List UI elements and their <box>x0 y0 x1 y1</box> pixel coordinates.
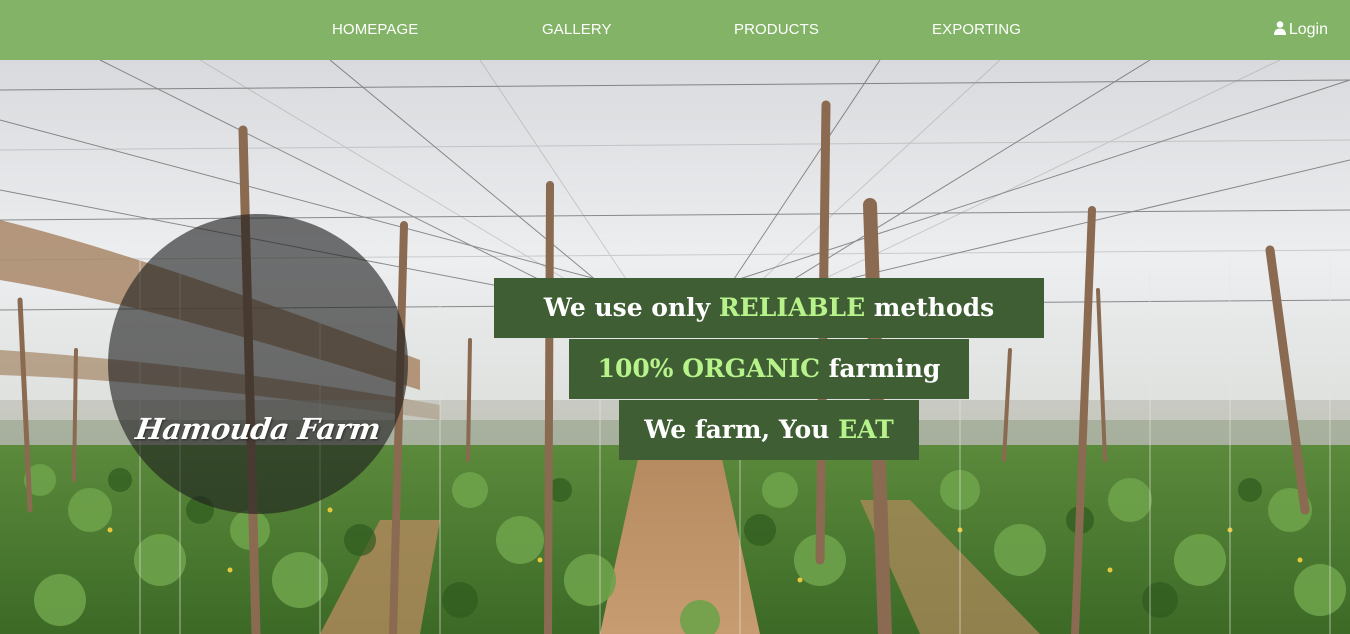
banner-text: methods <box>865 293 995 322</box>
user-icon <box>1273 21 1286 35</box>
nav-link-exporting[interactable]: EXPORTING <box>932 21 1021 38</box>
banner-text: We use only <box>543 293 719 322</box>
nav-link-products[interactable]: PRODUCTS <box>734 21 819 38</box>
banner-highlight: RELIABLE <box>718 293 866 322</box>
page: HOMEPAGE GALLERY PRODUCTS EXPORTING Logi… <box>0 0 1350 634</box>
nav-link-homepage[interactable]: HOMEPAGE <box>332 21 418 38</box>
nav-link-gallery[interactable]: GALLERY <box>542 21 612 38</box>
farm-logo-text: Hamouda Farm <box>133 412 383 446</box>
banner-text: We farm, You <box>644 415 839 444</box>
banner-highlight: 100% ORGANIC <box>597 354 820 383</box>
slogan-banner-reliable: We use only RELIABLE methods <box>494 278 1044 338</box>
slogan-banner-eat: We farm, You EAT <box>619 400 919 460</box>
banner-highlight: EAT <box>838 415 894 444</box>
top-navbar: HOMEPAGE GALLERY PRODUCTS EXPORTING Logi… <box>0 0 1350 60</box>
slogan-banner-organic: 100% ORGANIC farming <box>569 339 969 399</box>
hero-section: Hamouda Farm We use only RELIABLE method… <box>0 60 1350 634</box>
login-link[interactable]: Login <box>1273 21 1328 39</box>
banner-text: farming <box>819 354 941 383</box>
login-label: Login <box>1288 21 1328 38</box>
logo-circle: Hamouda Farm <box>108 214 408 514</box>
